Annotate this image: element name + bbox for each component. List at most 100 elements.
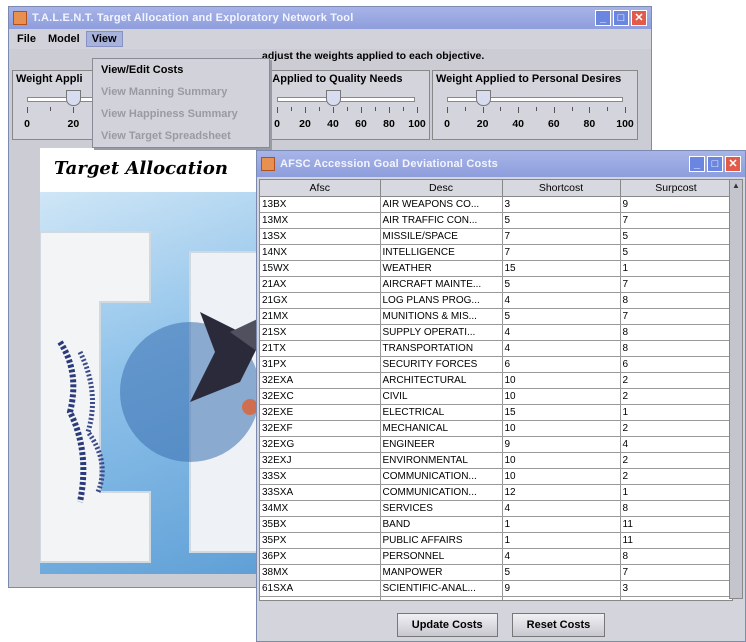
table-row[interactable]: 21TX TRANSPORTATION 4 8 — [260, 340, 732, 357]
maximize-button[interactable]: □ — [613, 10, 629, 26]
table-row[interactable]: 34MX SERVICES 4 8 — [260, 500, 732, 517]
table-row[interactable]: 13SX MISSILE/SPACE 7 5 — [260, 228, 732, 245]
table-cell-surpcost[interactable]: 7 — [620, 308, 732, 325]
dialog-minimize-button[interactable]: _ — [689, 156, 705, 172]
table-cell-surpcost[interactable]: 9 — [620, 196, 732, 213]
table-cell-surpcost[interactable]: 4 — [620, 436, 732, 453]
table-row[interactable]: 21MX MUNITIONS & MIS... 5 7 — [260, 308, 732, 325]
table-cell-surpcost[interactable]: 5 — [620, 228, 732, 245]
slider-track[interactable] — [277, 97, 415, 102]
table-cell-surpcost[interactable]: 8 — [620, 340, 732, 357]
table-row[interactable]: 36PX PERSONNEL 4 8 — [260, 548, 732, 565]
table-cell-shortcost[interactable]: 5 — [502, 212, 621, 229]
table-cell-surpcost[interactable]: 7 — [620, 276, 732, 293]
menu-item-view-edit-costs[interactable]: View/Edit Costs — [93, 59, 269, 81]
table-cell-shortcost[interactable]: 7 — [502, 228, 621, 245]
table-cell-surpcost[interactable]: 7 — [620, 212, 732, 229]
table-cell-surpcost[interactable]: 8 — [620, 548, 732, 565]
table-row[interactable]: 14NX INTELLIGENCE 7 5 — [260, 244, 732, 261]
table-cell-surpcost[interactable]: 11 — [620, 516, 732, 533]
table-cell-shortcost[interactable]: 10 — [502, 452, 621, 469]
table-row[interactable]: 33SX COMMUNICATION... 10 2 — [260, 468, 732, 485]
table-cell-surpcost[interactable]: 2 — [620, 388, 732, 405]
table-cell-shortcost[interactable]: 5 — [502, 276, 621, 293]
table-row[interactable]: 15WX WEATHER 15 1 — [260, 260, 732, 277]
table-row[interactable]: 32EXJ ENVIRONMENTAL 10 2 — [260, 452, 732, 469]
table-row[interactable]: 31PX SECURITY FORCES 6 6 — [260, 356, 732, 373]
table-cell-surpcost[interactable]: 3 — [620, 580, 732, 597]
table-cell-shortcost[interactable]: 10 — [502, 468, 621, 485]
slider-thumb[interactable] — [475, 90, 491, 106]
table-row[interactable]: 61SXBPSYCHOLOGY66 — [260, 596, 732, 600]
table-cell-shortcost[interactable]: 4 — [502, 340, 621, 357]
reset-costs-button[interactable]: Reset Costs — [511, 613, 606, 637]
table-cell-surpcost[interactable]: 5 — [620, 244, 732, 261]
slider-track[interactable] — [447, 97, 623, 102]
dialog-titlebar[interactable]: AFSC Accession Goal Deviational Costs _ … — [257, 151, 745, 177]
table-row[interactable]: 21GX LOG PLANS PROG... 4 8 — [260, 292, 732, 309]
table-row[interactable]: 33SXA COMMUNICATION... 12 1 — [260, 484, 732, 501]
table-cell-shortcost[interactable]: 10 — [502, 388, 621, 405]
table-cell-shortcost[interactable]: 9 — [502, 436, 621, 453]
table-scrollbar[interactable]: ▲ — [729, 179, 743, 599]
menu-model[interactable]: Model — [42, 31, 86, 47]
table-cell-surpcost[interactable]: 1 — [620, 484, 732, 501]
table-cell-shortcost[interactable]: 1 — [502, 532, 621, 549]
dialog-maximize-button[interactable]: □ — [707, 156, 723, 172]
table-cell-shortcost[interactable]: 4 — [502, 292, 621, 309]
table-cell-shortcost[interactable]: 4 — [502, 500, 621, 517]
table-cell-surpcost[interactable]: 2 — [620, 420, 732, 437]
table-cell-shortcost[interactable]: 10 — [502, 420, 621, 437]
table-cell-surpcost[interactable]: 1 — [620, 260, 732, 277]
table-cell-surpcost[interactable]: 6 — [620, 356, 732, 373]
table-cell-shortcost[interactable]: 15 — [502, 404, 621, 421]
update-costs-button[interactable]: Update Costs — [396, 613, 498, 637]
table-cell-shortcost[interactable]: 10 — [502, 372, 621, 389]
table-cell-shortcost[interactable]: 7 — [502, 244, 621, 261]
table-cell-surpcost[interactable]: 11 — [620, 532, 732, 549]
table-row[interactable]: 61SXA SCIENTIFIC-ANAL... 9 3 — [260, 580, 732, 597]
table-cell-surpcost[interactable]: 2 — [620, 372, 732, 389]
table-cell-shortcost[interactable]: 5 — [502, 564, 621, 581]
table-cell-shortcost[interactable]: 9 — [502, 580, 621, 597]
table-row[interactable]: 13MX AIR TRAFFIC CON... 5 7 — [260, 212, 732, 229]
menu-file[interactable]: File — [11, 31, 42, 47]
table-row[interactable]: 32EXE ELECTRICAL 15 1 — [260, 404, 732, 421]
table-cell-shortcost[interactable]: 3 — [502, 196, 621, 213]
table-cell-surpcost[interactable]: 2 — [620, 452, 732, 469]
main-titlebar[interactable]: T.A.L.E.N.T. Target Allocation and Explo… — [9, 7, 651, 29]
table-cell-shortcost[interactable]: 5 — [502, 308, 621, 325]
table-row[interactable]: 35PX PUBLIC AFFAIRS 1 11 — [260, 532, 732, 549]
table-cell-shortcost[interactable]: 6 — [502, 596, 621, 600]
table-row[interactable]: 32EXF MECHANICAL 10 2 — [260, 420, 732, 437]
table-row[interactable]: 38MX MANPOWER 5 7 — [260, 564, 732, 581]
table-row[interactable]: 32EXA ARCHITECTURAL 10 2 — [260, 372, 732, 389]
table-cell-surpcost[interactable]: 8 — [620, 324, 732, 341]
table-row[interactable]: 32EXG ENGINEER 9 4 — [260, 436, 732, 453]
slider-thumb[interactable] — [66, 90, 82, 106]
table-cell-shortcost[interactable]: 15 — [502, 260, 621, 277]
column-header-desc[interactable]: Desc — [380, 180, 503, 197]
menu-view[interactable]: View — [85, 31, 123, 47]
column-header-shortcost[interactable]: Shortcost — [502, 180, 621, 197]
table-cell-shortcost[interactable]: 4 — [502, 324, 621, 341]
table-cell-surpcost[interactable]: 2 — [620, 468, 732, 485]
slider-thumb[interactable] — [326, 90, 341, 106]
column-header-afsc[interactable]: Afsc — [260, 180, 381, 197]
table-cell-surpcost[interactable]: 6 — [620, 596, 732, 600]
minimize-button[interactable]: _ — [595, 10, 611, 26]
table-row[interactable]: 21SX SUPPLY OPERATI... 4 8 — [260, 324, 732, 341]
column-header-surpcost[interactable]: Surpcost — [620, 180, 732, 197]
table-row[interactable]: 21AX AIRCRAFT MAINTE... 5 7 — [260, 276, 732, 293]
scroll-up-icon[interactable]: ▲ — [730, 180, 742, 192]
table-cell-shortcost[interactable]: 4 — [502, 548, 621, 565]
close-button[interactable]: ✕ — [631, 10, 647, 26]
table-row[interactable]: 35BX BAND 1 11 — [260, 516, 732, 533]
dialog-close-button[interactable]: ✕ — [725, 156, 741, 172]
table-cell-shortcost[interactable]: 1 — [502, 516, 621, 533]
table-cell-surpcost[interactable]: 8 — [620, 292, 732, 309]
table-cell-surpcost[interactable]: 1 — [620, 404, 732, 421]
table-cell-surpcost[interactable]: 8 — [620, 500, 732, 517]
table-cell-shortcost[interactable]: 12 — [502, 484, 621, 501]
table-row[interactable]: 13BX AIR WEAPONS CO... 3 9 — [260, 196, 732, 213]
